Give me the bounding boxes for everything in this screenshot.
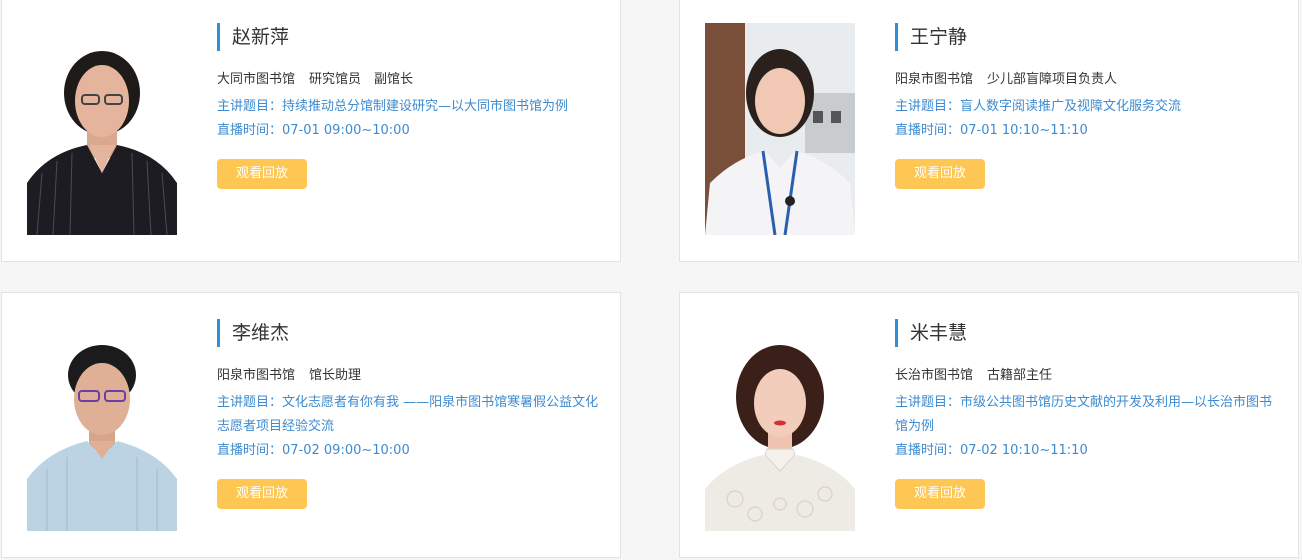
speaker-time: 直播时间：07-02 10:10~11:10 — [895, 443, 1088, 458]
speaker-affiliation: 大同市图书馆 研究馆员 副馆长 — [217, 71, 600, 89]
speaker-topic: 主讲题目：盲人数字阅读推广及视障文化服务交流 — [895, 99, 1182, 114]
speaker-name: 米丰慧 — [895, 319, 1278, 347]
watch-replay-button[interactable]: 观看回放 — [895, 479, 985, 509]
speaker-photo — [705, 23, 855, 235]
speaker-photo — [705, 319, 855, 531]
speaker-card-3: 李维杰 阳泉市图书馆 馆长助理 主讲题目：文化志愿者有你有我 ——阳泉市图书馆寒暑… — [1, 292, 621, 558]
speaker-info: 赵新萍 大同市图书馆 研究馆员 副馆长 主讲题目：持续推动总分馆制建设研究—以大同… — [217, 23, 600, 189]
speaker-name: 李维杰 — [217, 319, 600, 347]
speaker-info: 李维杰 阳泉市图书馆 馆长助理 主讲题目：文化志愿者有你有我 ——阳泉市图书馆寒暑… — [217, 319, 600, 509]
speaker-affiliation: 长治市图书馆 古籍部主任 — [895, 367, 1278, 385]
speaker-name: 赵新萍 — [217, 23, 600, 51]
speaker-org: 大同市图书馆 — [217, 72, 296, 87]
watch-replay-button[interactable]: 观看回放 — [217, 479, 307, 509]
speaker-affiliation: 阳泉市图书馆 少儿部盲障项目负责人 — [895, 71, 1278, 89]
speaker-time: 直播时间：07-02 09:00~10:00 — [217, 443, 410, 458]
speaker-photo — [27, 319, 177, 531]
speaker-card-4: 米丰慧 长治市图书馆 古籍部主任 主讲题目：市级公共图书馆历史文献的开发及利用—以… — [679, 292, 1299, 558]
watch-replay-button[interactable]: 观看回放 — [217, 159, 307, 189]
speaker-org: 阳泉市图书馆 — [895, 72, 974, 87]
speaker-info: 王宁静 阳泉市图书馆 少儿部盲障项目负责人 主讲题目：盲人数字阅读推广及视障文化服… — [895, 23, 1278, 189]
watch-replay-button[interactable]: 观看回放 — [895, 159, 985, 189]
speaker-info: 米丰慧 长治市图书馆 古籍部主任 主讲题目：市级公共图书馆历史文献的开发及利用—以… — [895, 319, 1278, 509]
speaker-org: 长治市图书馆 — [895, 368, 974, 383]
speaker-topic: 主讲题目：市级公共图书馆历史文献的开发及利用—以长治市图书馆为例 — [895, 395, 1273, 434]
speaker-photo — [27, 23, 177, 235]
speaker-time: 直播时间：07-01 10:10~11:10 — [895, 123, 1088, 138]
speaker-topic: 主讲题目：文化志愿者有你有我 ——阳泉市图书馆寒暑假公益文化志愿者项目经验交流 — [217, 395, 599, 434]
speaker-org: 阳泉市图书馆 — [217, 368, 296, 383]
speaker-title: 古籍部主任 — [987, 368, 1053, 383]
speaker-title: 少儿部盲障项目负责人 — [987, 72, 1118, 87]
speaker-name: 王宁静 — [895, 23, 1278, 51]
speaker-card-2: 王宁静 阳泉市图书馆 少儿部盲障项目负责人 主讲题目：盲人数字阅读推广及视障文化服… — [679, 0, 1299, 262]
speaker-affiliation: 阳泉市图书馆 馆长助理 — [217, 367, 600, 385]
speaker-card-1: 赵新萍 大同市图书馆 研究馆员 副馆长 主讲题目：持续推动总分馆制建设研究—以大同… — [1, 0, 621, 262]
speaker-time: 直播时间：07-01 09:00~10:00 — [217, 123, 410, 138]
speaker-title: 馆长助理 — [309, 368, 362, 383]
speaker-topic: 主讲题目：持续推动总分馆制建设研究—以大同市图书馆为例 — [217, 99, 569, 114]
speaker-title: 研究馆员 副馆长 — [309, 72, 414, 87]
